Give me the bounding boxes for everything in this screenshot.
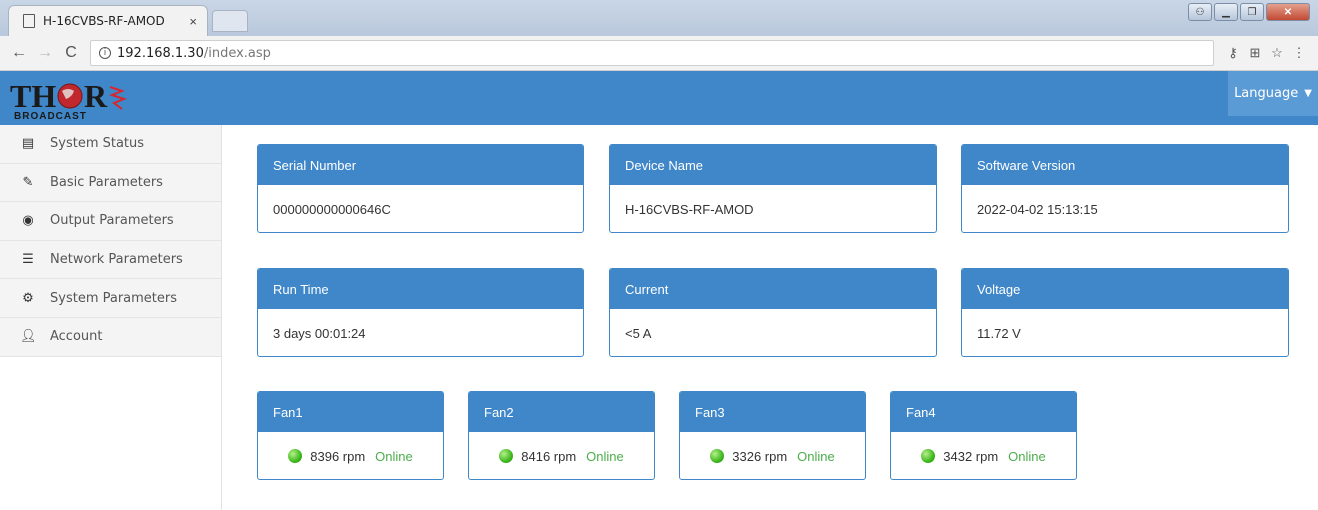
forward-icon[interactable]: →: [34, 44, 56, 62]
dashboard-icon: ◉: [22, 213, 34, 229]
svg-text:BROADCAST: BROADCAST: [14, 111, 87, 121]
fan-state: Online: [797, 448, 835, 464]
card-title: Device Name: [610, 145, 936, 185]
sidebar-empty-area: [0, 357, 222, 510]
fan-state: Online: [1008, 448, 1046, 464]
status-led-icon: [288, 449, 303, 463]
sidebar-item-label: Account: [50, 329, 103, 345]
fan-status: 8396 rpm Online: [258, 432, 443, 479]
sidebar-item-network-parameters[interactable]: ☰ Network Parameters: [0, 240, 221, 280]
status-led-icon: [499, 449, 514, 463]
tab-close-icon[interactable]: ×: [189, 14, 197, 29]
sidebar-item-label: System Status: [50, 136, 145, 152]
fan-rpm: 3432 rpm: [943, 448, 999, 464]
info-icon[interactable]: i: [99, 47, 111, 59]
fan3-card: Fan3 3326 rpm Online: [679, 391, 866, 480]
new-tab-button[interactable]: [212, 10, 248, 32]
user-icon: 👤︎: [20, 329, 37, 345]
url-path: /index.asp: [203, 45, 271, 61]
app-header: TH R BROADCAST Language ▼: [0, 71, 1318, 125]
reload-icon[interactable]: C: [60, 44, 82, 62]
restore-button[interactable]: ❐: [1240, 3, 1264, 21]
logo-graphic: TH R BROADCAST: [10, 78, 127, 122]
sidebar-item-system-status[interactable]: ▤ System Status: [0, 125, 221, 164]
serial-number-value: 000000000000646C: [273, 201, 391, 217]
run-time-card: Run Time 3 days 00:01:24: [257, 268, 584, 357]
card-title: Fan2: [469, 392, 654, 432]
fan2-card: Fan2 8416 rpm Online: [468, 391, 655, 480]
address-bar[interactable]: i 192.168.1.30/index.asp: [90, 40, 1214, 66]
device-name-value: H-16CVBS-RF-AMOD: [625, 201, 754, 217]
run-time-value: 3 days 00:01:24: [273, 325, 366, 341]
language-label: Language: [1234, 86, 1299, 101]
voltage-value: 11.72 V: [977, 325, 1021, 341]
close-window-button[interactable]: ✕: [1266, 3, 1310, 21]
back-icon[interactable]: ←: [8, 44, 30, 62]
svg-text:TH: TH: [10, 78, 56, 114]
tab-title: H-16CVBS-RF-AMOD: [43, 14, 165, 28]
fan-state: Online: [586, 448, 624, 464]
card-title: Fan4: [891, 392, 1076, 432]
sidebar-item-account[interactable]: 👤︎ Account: [0, 317, 221, 357]
serial-number-card: Serial Number 000000000000646C: [257, 144, 584, 233]
fan1-card: Fan1 8396 rpm Online: [257, 391, 444, 480]
list-icon: ▤: [21, 136, 35, 152]
card-title: Current: [610, 269, 936, 309]
more-icon[interactable]: ⋮: [1288, 45, 1310, 61]
card-title: Software Version: [962, 145, 1288, 185]
translate-icon[interactable]: ⊞: [1244, 45, 1266, 61]
thor-logo: TH R BROADCAST: [10, 77, 160, 122]
gear-icon: ⚙: [22, 290, 34, 306]
pencil-icon: ✎: [22, 174, 34, 190]
language-dropdown[interactable]: Language ▼: [1228, 71, 1318, 116]
menu-icon: ☰: [22, 252, 34, 268]
sidebar-item-label: Basic Parameters: [50, 174, 163, 190]
status-led-icon: [921, 449, 936, 463]
card-title: Voltage: [962, 269, 1288, 309]
fan-rpm: 8396 rpm: [310, 448, 366, 464]
user-icon[interactable]: ⚇: [1188, 3, 1212, 21]
fan-status: 3326 rpm Online: [680, 432, 865, 479]
card-title: Fan1: [258, 392, 443, 432]
voltage-card: Voltage 11.72 V: [961, 268, 1289, 357]
card-title: Run Time: [258, 269, 583, 309]
url-host: 192.168.1.30: [117, 45, 204, 61]
fan-status: 8416 rpm Online: [469, 432, 654, 479]
status-led-icon: [710, 449, 725, 463]
browser-toolbar: ← → C i 192.168.1.30/index.asp ⚷ ⊞ ☆ ⋮: [0, 36, 1318, 71]
fan-rpm: 3326 rpm: [732, 448, 788, 464]
sidebar-item-label: Network Parameters: [50, 252, 183, 268]
caret-down-icon: ▼: [1304, 88, 1312, 99]
window-controls: ⚇ ▁ ❐ ✕: [1188, 3, 1310, 21]
sidebar-item-system-parameters[interactable]: ⚙ System Parameters: [0, 279, 221, 318]
page-icon: [23, 14, 35, 28]
sidebar: ▤ System Status ✎ Basic Parameters ◉ Out…: [0, 125, 222, 510]
svg-text:R: R: [84, 78, 108, 114]
fan4-card: Fan4 3432 rpm Online: [890, 391, 1077, 480]
fan-rpm: 8416 rpm: [521, 448, 577, 464]
fan-state: Online: [375, 448, 413, 464]
minimize-button[interactable]: ▁: [1214, 3, 1238, 21]
card-title: Serial Number: [258, 145, 583, 185]
card-title: Fan3: [680, 392, 865, 432]
sidebar-item-label: Output Parameters: [50, 213, 174, 229]
device-name-card: Device Name H-16CVBS-RF-AMOD: [609, 144, 937, 233]
current-value: <5 A: [625, 325, 652, 341]
sidebar-item-basic-parameters[interactable]: ✎ Basic Parameters: [0, 163, 221, 203]
star-icon[interactable]: ☆: [1266, 45, 1288, 61]
software-version-value: 2022-04-02 15:13:15: [977, 201, 1098, 217]
sidebar-item-label: System Parameters: [50, 290, 178, 306]
key-icon[interactable]: ⚷: [1222, 45, 1244, 61]
software-version-card: Software Version 2022-04-02 15:13:15: [961, 144, 1289, 233]
browser-tab-strip: H-16CVBS-RF-AMOD × ⚇ ▁ ❐ ✕: [0, 0, 1318, 36]
browser-tab[interactable]: H-16CVBS-RF-AMOD ×: [8, 5, 208, 36]
fan-status: 3432 rpm Online: [891, 432, 1076, 479]
current-card: Current <5 A: [609, 268, 937, 357]
sidebar-item-output-parameters[interactable]: ◉ Output Parameters: [0, 202, 221, 241]
